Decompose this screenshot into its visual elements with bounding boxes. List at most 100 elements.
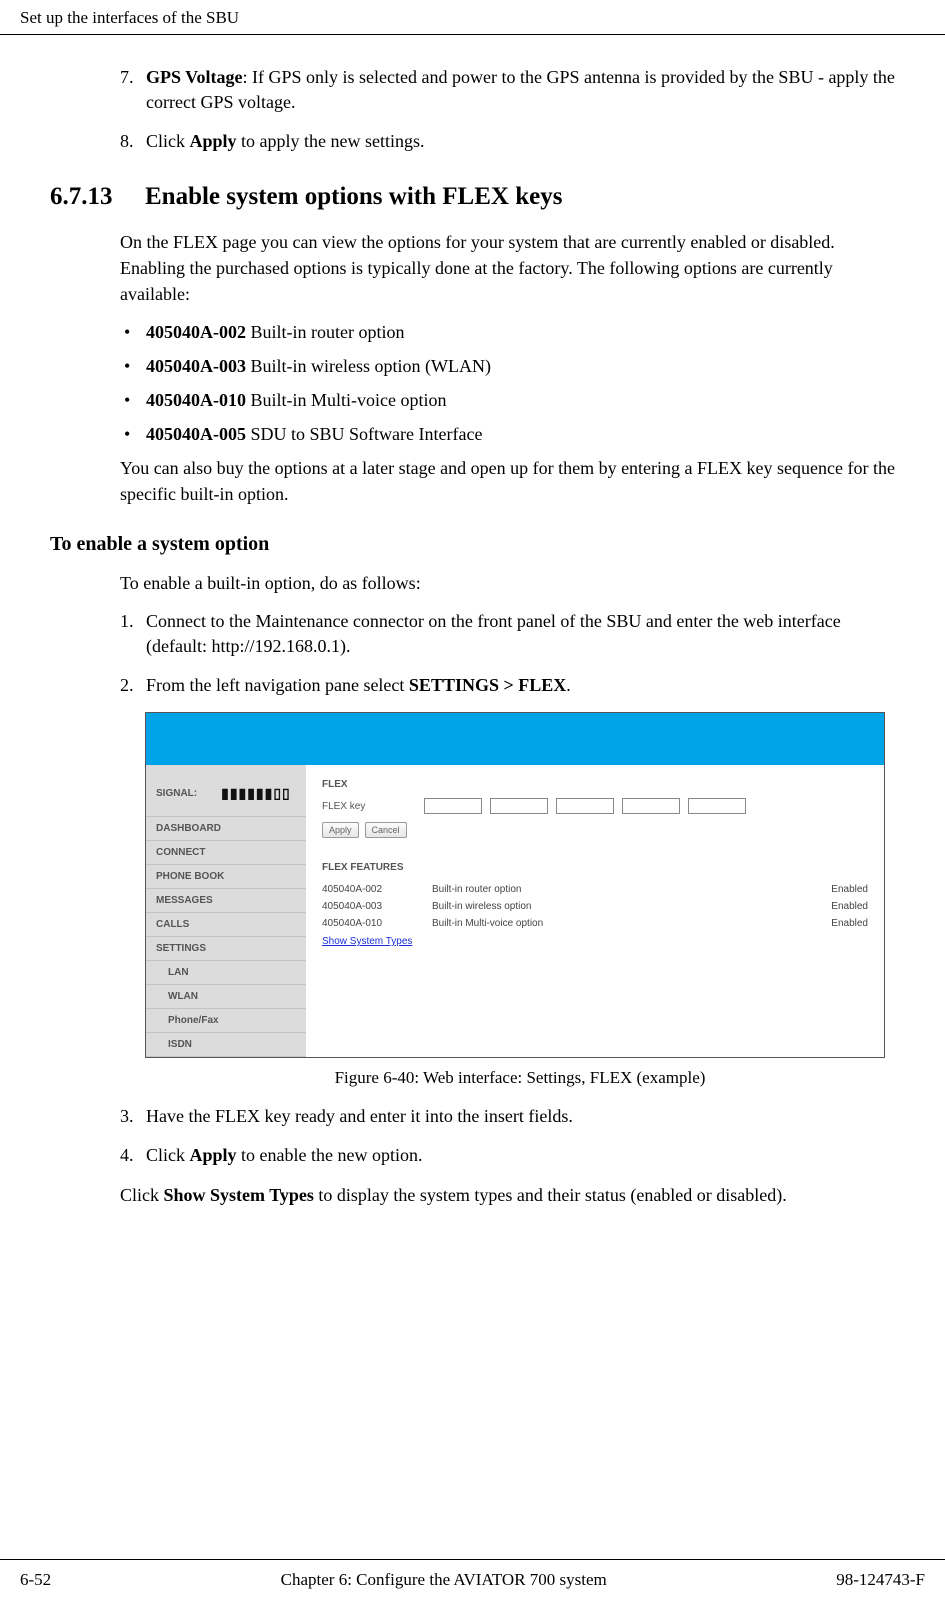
list-item: 405040A-003 Built-in wireless option (WL… (120, 353, 895, 379)
step-post: to enable the new option. (237, 1145, 423, 1165)
feature-status: Enabled (808, 918, 868, 929)
step-number: 3. (120, 1104, 134, 1129)
nav-connect[interactable]: CONNECT (146, 841, 306, 865)
header-title: Set up the interfaces of the SBU (20, 8, 239, 27)
enable-step-2: 2. From the left navigation pane select … (120, 673, 895, 698)
section-heading: 6.7.13 Enable system options with FLEX k… (50, 183, 895, 211)
list-item: 405040A-005 SDU to SBU Software Interfac… (120, 421, 895, 447)
step-number: 8. (120, 129, 134, 154)
flex-title: FLEX (322, 779, 868, 790)
step-bold: Apply (190, 1145, 237, 1165)
nav-dashboard[interactable]: DASHBOARD (146, 817, 306, 841)
option-desc: SDU to SBU Software Interface (246, 424, 482, 444)
flex-key-input-2[interactable] (490, 798, 548, 814)
step-bold: SETTINGS > FLEX (409, 675, 566, 695)
final-pre: Click (120, 1185, 164, 1205)
list-item: 405040A-002 Built-in router option (120, 319, 895, 345)
step-7: 7. GPS Voltage: If GPS only is selected … (120, 65, 895, 115)
step-text: Connect to the Maintenance connector on … (146, 611, 841, 656)
feature-desc: Built-in Multi-voice option (432, 918, 808, 929)
feature-desc: Built-in router option (432, 884, 808, 895)
enable-heading: To enable a system option (50, 533, 895, 556)
enable-intro: To enable a built-in option, do as follo… (120, 570, 895, 596)
final-post: to display the system types and their st… (314, 1185, 787, 1205)
after-options-paragraph: You can also buy the options at a later … (120, 455, 895, 507)
flex-key-label: FLEX key (322, 801, 412, 812)
apply-button[interactable]: Apply (322, 822, 359, 838)
ui-body: SIGNAL: ▮▮▮▮▮▮▯▯ DASHBOARD CONNECT PHONE… (146, 765, 884, 1057)
feature-code: 405040A-003 (322, 901, 432, 912)
nav-phone-fax[interactable]: Phone/Fax (146, 1009, 306, 1033)
ui-main: FLEX FLEX key Apply Cancel (306, 765, 884, 1057)
option-code: 405040A-002 (146, 322, 246, 342)
step-text: Have the FLEX key ready and enter it int… (146, 1106, 573, 1126)
page-content: 7. GPS Voltage: If GPS only is selected … (0, 35, 945, 1209)
step-text: : If GPS only is selected and power to t… (146, 67, 895, 112)
figure: SIGNAL: ▮▮▮▮▮▮▯▯ DASHBOARD CONNECT PHONE… (145, 712, 895, 1088)
footer-left: 6-52 (20, 1570, 51, 1590)
feature-status: Enabled (808, 884, 868, 895)
option-desc: Built-in router option (246, 322, 404, 342)
enable-step-4: 4. Click Apply to enable the new option. (120, 1143, 895, 1168)
step-pre: Click (146, 131, 190, 151)
step-bold: Apply (190, 131, 237, 151)
list-item: 405040A-010 Built-in Multi-voice option (120, 387, 895, 413)
option-code: 405040A-010 (146, 390, 246, 410)
option-code: 405040A-005 (146, 424, 246, 444)
feature-code: 405040A-010 (322, 918, 432, 929)
key-inputs (424, 798, 746, 814)
cancel-button[interactable]: Cancel (365, 822, 407, 838)
feature-row: 405040A-003 Built-in wireless option Ena… (322, 898, 868, 915)
page-footer: 6-52 Chapter 6: Configure the AVIATOR 70… (0, 1559, 945, 1590)
nav-messages[interactable]: MESSAGES (146, 889, 306, 913)
step-post: . (566, 675, 571, 695)
ui-nav: DASHBOARD CONNECT PHONE BOOK MESSAGES CA… (146, 816, 306, 1057)
figure-caption: Figure 6-40: Web interface: Settings, FL… (145, 1068, 895, 1088)
web-interface-example: SIGNAL: ▮▮▮▮▮▮▯▯ DASHBOARD CONNECT PHONE… (145, 712, 885, 1058)
flex-key-input-1[interactable] (424, 798, 482, 814)
nav-wlan[interactable]: WLAN (146, 985, 306, 1009)
enable-step-1: 1. Connect to the Maintenance connector … (120, 609, 895, 659)
flex-key-input-5[interactable] (688, 798, 746, 814)
step-bold: GPS Voltage (146, 67, 243, 87)
step-pre: Click (146, 1145, 190, 1165)
show-system-types-link[interactable]: Show System Types (322, 936, 412, 947)
step-pre: From the left navigation pane select (146, 675, 409, 695)
options-list: 405040A-002 Built-in router option 40504… (120, 319, 895, 447)
nav-phone-book[interactable]: PHONE BOOK (146, 865, 306, 889)
button-row: Apply Cancel (322, 822, 868, 838)
feature-desc: Built-in wireless option (432, 901, 808, 912)
nav-calls[interactable]: CALLS (146, 913, 306, 937)
step-number: 4. (120, 1143, 134, 1168)
flex-key-input-3[interactable] (556, 798, 614, 814)
step-text: to apply the new settings. (237, 131, 425, 151)
ui-banner (146, 713, 884, 765)
flex-key-row: FLEX key (322, 798, 868, 814)
step-number: 1. (120, 609, 134, 634)
signal-bars-icon: ▮▮▮▮▮▮▯▯ (221, 785, 291, 802)
signal-label: SIGNAL: (156, 788, 197, 799)
flex-features: FLEX FEATURES 405040A-002 Built-in route… (322, 862, 868, 947)
flex-features-title: FLEX FEATURES (322, 862, 868, 873)
feature-code: 405040A-002 (322, 884, 432, 895)
section-title: Enable system options with FLEX keys (145, 183, 562, 211)
nav-isdn[interactable]: ISDN (146, 1033, 306, 1057)
flex-key-input-4[interactable] (622, 798, 680, 814)
option-desc: Built-in wireless option (WLAN) (246, 356, 491, 376)
nav-settings[interactable]: SETTINGS (146, 937, 306, 961)
footer-right: 98-124743-F (836, 1570, 925, 1590)
option-code: 405040A-003 (146, 356, 246, 376)
page-header: Set up the interfaces of the SBU (0, 0, 945, 35)
option-desc: Built-in Multi-voice option (246, 390, 447, 410)
enable-steps: 1. Connect to the Maintenance connector … (120, 609, 895, 699)
step-number: 7. (120, 65, 134, 90)
intro-paragraph: On the FLEX page you can view the option… (120, 229, 895, 307)
ui-sidebar: SIGNAL: ▮▮▮▮▮▮▯▯ DASHBOARD CONNECT PHONE… (146, 765, 306, 1057)
feature-row: 405040A-002 Built-in router option Enabl… (322, 881, 868, 898)
enable-steps-continued: 3. Have the FLEX key ready and enter it … (120, 1104, 895, 1168)
final-bold: Show System Types (164, 1185, 314, 1205)
nav-lan[interactable]: LAN (146, 961, 306, 985)
signal-indicator: SIGNAL: ▮▮▮▮▮▮▯▯ (146, 765, 306, 816)
step-8: 8. Click Apply to apply the new settings… (120, 129, 895, 154)
continued-steps: 7. GPS Voltage: If GPS only is selected … (120, 65, 895, 155)
